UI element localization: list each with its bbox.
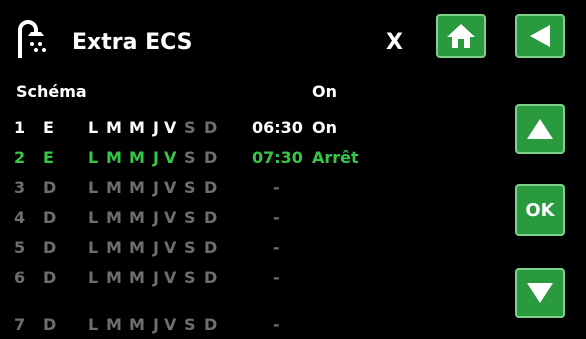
day-monday: L xyxy=(88,118,99,137)
row-number: 5 xyxy=(14,238,26,257)
schedule-row-1[interactable]: 1 E L M M J V S D 06:30 On xyxy=(0,118,500,142)
day-friday: V xyxy=(164,118,177,137)
day-sunday: D xyxy=(204,268,218,287)
row-number: 4 xyxy=(14,208,26,227)
day-wednesday: M xyxy=(129,238,145,257)
home-icon xyxy=(447,24,475,48)
day-friday: V xyxy=(164,148,177,167)
day-thursday: J xyxy=(153,238,159,257)
day-tuesday: M xyxy=(106,118,122,137)
day-sunday: D xyxy=(204,178,218,197)
day-wednesday: M xyxy=(129,118,145,137)
row-number: 2 xyxy=(14,148,26,167)
day-saturday: S xyxy=(184,208,196,227)
row-number: 3 xyxy=(14,178,26,197)
day-thursday: J xyxy=(153,118,159,137)
row-state: On xyxy=(312,118,337,137)
schedule-row-3[interactable]: 3 D L M M J V S D - xyxy=(0,178,500,202)
row-mode: E xyxy=(43,118,54,137)
row-state: Arrêt xyxy=(312,148,359,167)
day-saturday: S xyxy=(184,315,196,334)
back-button[interactable] xyxy=(515,14,565,58)
row-mode: D xyxy=(43,238,57,257)
scroll-up-button[interactable] xyxy=(515,104,565,154)
day-wednesday: M xyxy=(129,178,145,197)
day-thursday: J xyxy=(153,178,159,197)
day-monday: L xyxy=(88,238,99,257)
day-thursday: J xyxy=(153,315,159,334)
day-friday: V xyxy=(164,238,177,257)
day-monday: L xyxy=(88,268,99,287)
close-button[interactable]: X xyxy=(386,30,403,55)
day-monday: L xyxy=(88,208,99,227)
day-thursday: J xyxy=(153,268,159,287)
day-tuesday: M xyxy=(106,208,122,227)
day-friday: V xyxy=(164,208,177,227)
ok-button[interactable]: OK xyxy=(515,184,565,236)
row-time-empty: - xyxy=(273,178,280,197)
day-sunday: D xyxy=(204,315,218,334)
day-friday: V xyxy=(164,268,177,287)
down-arrow-icon xyxy=(527,283,553,303)
shower-icon xyxy=(18,20,46,58)
row-mode: D xyxy=(43,208,57,227)
day-saturday: S xyxy=(184,238,196,257)
scroll-down-button[interactable] xyxy=(515,268,565,318)
day-sunday: D xyxy=(204,118,218,137)
row-mode: D xyxy=(43,178,57,197)
day-wednesday: M xyxy=(129,148,145,167)
day-friday: V xyxy=(164,315,177,334)
row-time-empty: - xyxy=(273,208,280,227)
back-arrow-icon xyxy=(530,25,550,47)
day-saturday: S xyxy=(184,118,196,137)
day-monday: L xyxy=(88,315,99,334)
row-mode: D xyxy=(43,268,57,287)
row-mode: E xyxy=(43,148,54,167)
row-time: 07:30 xyxy=(252,148,303,167)
day-thursday: J xyxy=(153,208,159,227)
day-wednesday: M xyxy=(129,268,145,287)
schedule-row-2[interactable]: 2 E L M M J V S D 07:30 Arrêt xyxy=(0,148,500,172)
day-tuesday: M xyxy=(106,148,122,167)
day-friday: V xyxy=(164,178,177,197)
row-number: 1 xyxy=(14,118,26,137)
row-number: 7 xyxy=(14,315,26,334)
day-sunday: D xyxy=(204,148,218,167)
day-wednesday: M xyxy=(129,315,145,334)
day-saturday: S xyxy=(184,268,196,287)
header: Extra ECS X xyxy=(0,0,586,80)
schedule-row-7[interactable]: 7 D L M M J V S D - xyxy=(0,315,500,339)
day-saturday: S xyxy=(184,148,196,167)
schedule-row-4[interactable]: 4 D L M M J V S D - xyxy=(0,208,500,232)
day-monday: L xyxy=(88,178,99,197)
day-tuesday: M xyxy=(106,238,122,257)
day-sunday: D xyxy=(204,208,218,227)
schema-header: Schéma xyxy=(16,82,87,101)
day-sunday: D xyxy=(204,238,218,257)
page-title: Extra ECS xyxy=(72,30,193,55)
row-mode: D xyxy=(43,315,57,334)
home-button[interactable] xyxy=(436,14,486,58)
day-monday: L xyxy=(88,148,99,167)
up-arrow-icon xyxy=(527,119,553,139)
schedule-row-5[interactable]: 5 D L M M J V S D - xyxy=(0,238,500,262)
row-number: 6 xyxy=(14,268,26,287)
row-time: 06:30 xyxy=(252,118,303,137)
day-tuesday: M xyxy=(106,178,122,197)
row-time-empty: - xyxy=(273,315,280,334)
day-wednesday: M xyxy=(129,208,145,227)
day-tuesday: M xyxy=(106,268,122,287)
on-header: On xyxy=(312,82,337,101)
row-time-empty: - xyxy=(273,238,280,257)
day-tuesday: M xyxy=(106,315,122,334)
day-saturday: S xyxy=(184,178,196,197)
day-thursday: J xyxy=(153,148,159,167)
schedule-row-6[interactable]: 6 D L M M J V S D - xyxy=(0,268,500,292)
row-time-empty: - xyxy=(273,268,280,287)
